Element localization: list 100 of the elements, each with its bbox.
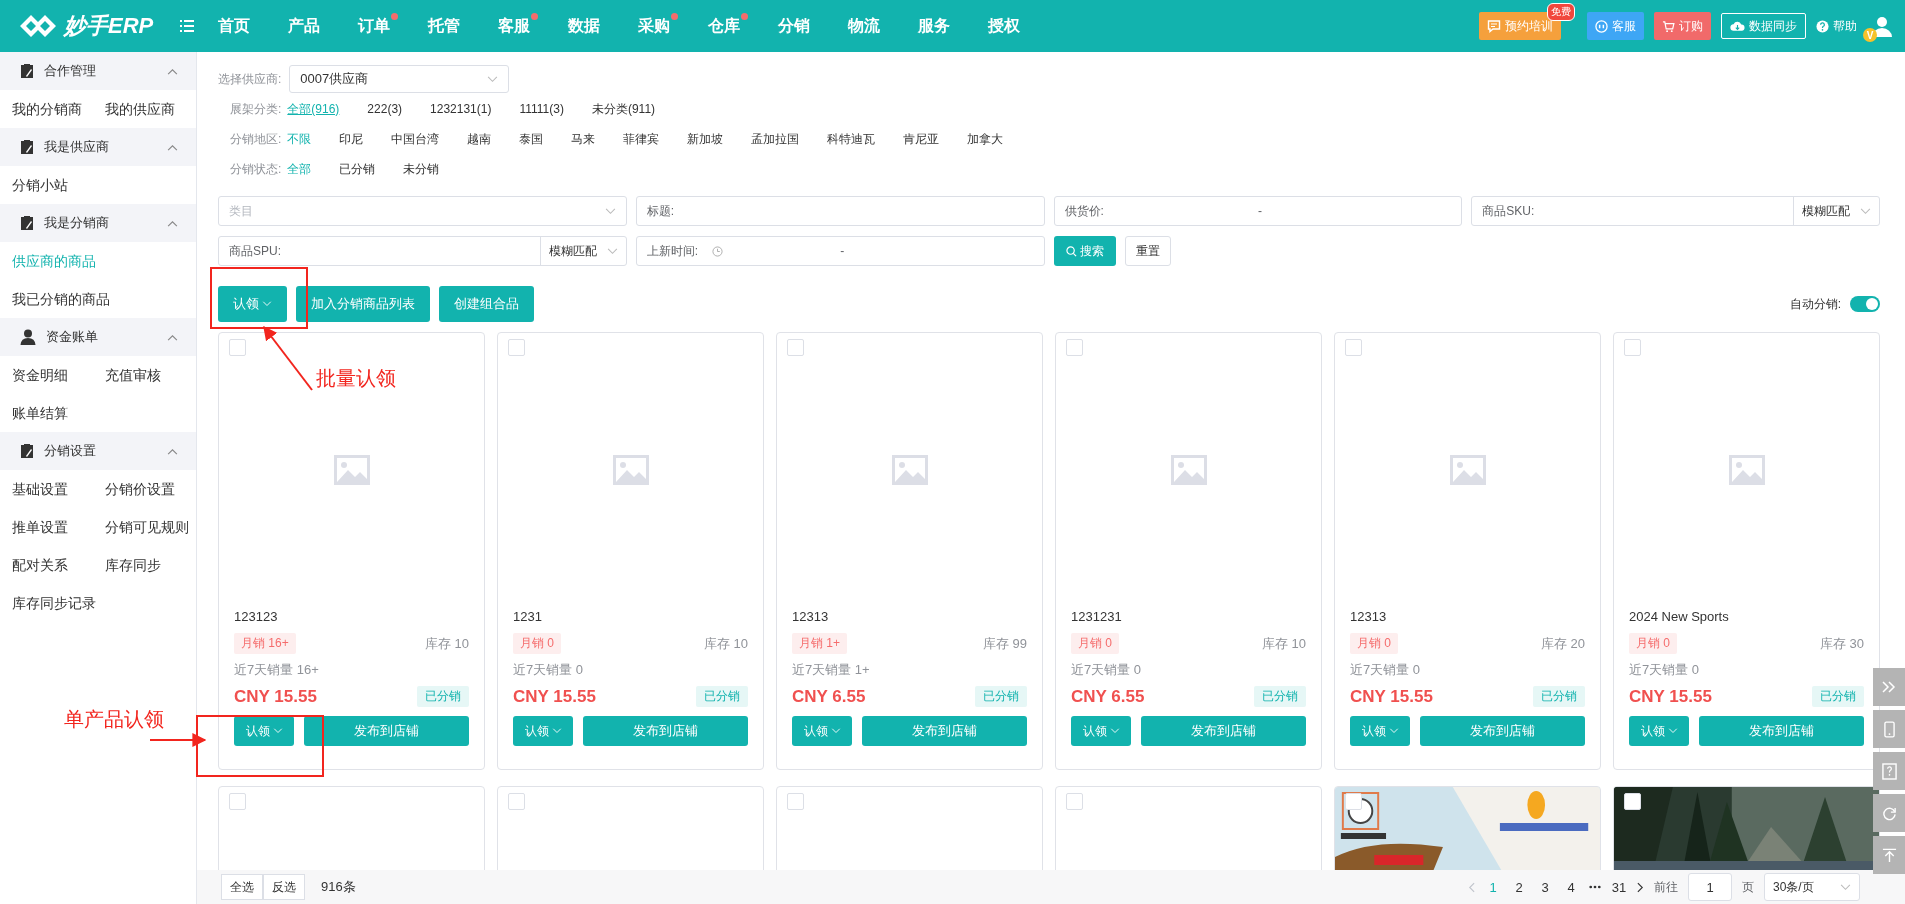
goto-label: 前往 (1654, 878, 1678, 896)
chevron-left-icon[interactable] (1468, 881, 1475, 893)
filter-option[interactable]: 1232131(1) (430, 102, 492, 116)
sidebar-group-header[interactable]: 我是供应商 (0, 128, 196, 166)
code-search-field[interactable]: 商品SPU: 模糊匹配 (218, 236, 627, 266)
filter-option[interactable]: 孟加拉国 (751, 130, 800, 148)
sidebar-item[interactable]: 分销可见规则 (105, 508, 198, 546)
clipboard-icon (20, 63, 34, 79)
sidebar-group-header[interactable]: 合作管理 (0, 52, 196, 90)
filter-option[interactable]: 未分类(911) (591, 100, 656, 118)
refresh-tool-button[interactable] (1873, 794, 1905, 832)
status-tag: 已分销 (975, 686, 1027, 707)
filter-option[interactable]: 泰国 (519, 130, 544, 148)
checkbox[interactable] (787, 793, 804, 810)
code-search-field[interactable]: 商品SKU: 模糊匹配 (1471, 196, 1880, 226)
page-number[interactable]: 3 (1537, 879, 1553, 895)
checkbox[interactable] (508, 339, 525, 356)
checkbox[interactable] (229, 793, 246, 810)
checkbox[interactable] (1345, 339, 1362, 356)
auto-distribute-toggle[interactable] (1850, 296, 1880, 312)
page-size-select[interactable]: 30条/页 (1764, 873, 1860, 901)
annotation-text: 单产品认领 (64, 707, 164, 732)
title-field[interactable]: 标题: (635, 196, 1045, 226)
product-title: 12313 (792, 608, 830, 626)
collapse-tool-button[interactable] (1873, 668, 1905, 706)
stock-text: 库存 30 (1819, 634, 1864, 653)
more-pages-icon[interactable] (1589, 885, 1601, 889)
page-number[interactable]: 31 (1611, 879, 1627, 895)
filter-option[interactable]: 11111(3) (519, 102, 564, 116)
filter-option[interactable]: 222(3) (367, 102, 403, 116)
date-range-field[interactable]: 上新时间: - (635, 236, 1045, 266)
reset-button[interactable]: 重置 (1124, 236, 1171, 266)
filter-option[interactable]: 中国台湾 (391, 130, 440, 148)
mobile-tool-button[interactable] (1873, 710, 1905, 748)
match-mode-select[interactable]: 模糊匹配 (539, 237, 626, 265)
chevron-down-icon (1840, 883, 1851, 891)
sidebar-group-header[interactable]: 我是分销商 (0, 204, 196, 242)
sidebar-item[interactable]: 我的供应商 (105, 90, 198, 128)
filter-option[interactable]: 越南 (467, 130, 492, 148)
checkbox[interactable] (229, 339, 246, 356)
filter-option[interactable]: 马来 (571, 130, 596, 148)
match-mode-select[interactable]: 模糊匹配 (1793, 197, 1879, 225)
checkbox[interactable] (1624, 793, 1641, 810)
checkbox[interactable] (1066, 339, 1083, 356)
guide-tool-button[interactable] (1873, 752, 1905, 790)
cloud-icon (1730, 20, 1745, 32)
price-range-field[interactable]: 供货价: - (1053, 196, 1463, 226)
sidebar-item[interactable]: 账单结算 (12, 394, 105, 432)
stock-text: 库存 10 (703, 634, 748, 653)
image-placeholder-icon (333, 455, 370, 485)
checkbox[interactable] (1624, 339, 1641, 356)
sidebar-item[interactable]: 配对关系 (12, 546, 105, 584)
weekly-sales-text: 近7天销量 0 (1629, 661, 1701, 679)
sidebar-item[interactable]: 分销价设置 (105, 470, 198, 508)
sidebar-item[interactable]: 基础设置 (12, 470, 105, 508)
caret-icon (551, 728, 562, 734)
select-all-button[interactable]: 全选 (221, 874, 263, 900)
monthly-sales-tag: 月销 0 (1071, 633, 1119, 654)
status-tag: 已分销 (1533, 686, 1585, 707)
filter-option[interactable]: 新加坡 (687, 130, 724, 148)
filter-option[interactable]: 已分销 (339, 160, 376, 178)
caret-icon (1388, 728, 1399, 734)
filter-option[interactable]: 未分销 (403, 160, 440, 178)
checkbox[interactable] (1066, 793, 1083, 810)
sidebar-item[interactable]: 充值审核 (105, 356, 198, 394)
sidebar-item[interactable]: 我的分销商 (12, 90, 105, 128)
filter-option[interactable]: 肯尼亚 (903, 130, 940, 148)
page-number[interactable]: 4 (1563, 879, 1579, 895)
price-text: CNY 15.55 (513, 686, 596, 707)
sidebar-item[interactable]: 推单设置 (12, 508, 105, 546)
clipboard-icon (20, 139, 34, 155)
sidebar-group-header[interactable]: 分销设置 (0, 432, 196, 470)
chevron-down-icon (604, 207, 616, 215)
weekly-sales-text: 近7天销量 0 (1350, 661, 1422, 679)
sidebar-item[interactable]: 库存同步记录 (12, 584, 105, 622)
checkbox[interactable] (787, 339, 804, 356)
sidebar-item[interactable]: 我已分销的商品 (12, 280, 110, 318)
filter-label: 分销地区: (230, 130, 282, 148)
checkbox[interactable] (508, 793, 525, 810)
page-number[interactable]: 2 (1511, 879, 1527, 895)
filter-option[interactable]: 加拿大 (967, 130, 1004, 148)
menu-icon[interactable] (180, 20, 194, 32)
supplier-select[interactable]: 0007供应商 (289, 65, 510, 93)
caret-icon (1109, 728, 1120, 734)
invert-selection-button[interactable]: 反选 (263, 874, 305, 900)
sidebar-item[interactable]: 资金明细 (12, 356, 105, 394)
image-placeholder-icon (1170, 455, 1207, 485)
checkbox[interactable] (1345, 793, 1362, 810)
person-icon (20, 329, 36, 345)
filter-option[interactable]: 印尼 (339, 130, 364, 148)
filter-option[interactable]: 科特迪瓦 (827, 130, 876, 148)
filter-option[interactable]: 菲律宾 (623, 130, 660, 148)
price-text: CNY 15.55 (1629, 686, 1712, 707)
sidebar-item[interactable]: 库存同步 (105, 546, 198, 584)
product-title: 123123 (234, 608, 279, 626)
chevron-right-icon[interactable] (1637, 881, 1644, 893)
sidebar-group-header[interactable]: 资金账单 (0, 318, 196, 356)
back-to-top-button[interactable] (1873, 836, 1905, 874)
page-input[interactable]: 1 (1688, 873, 1732, 901)
sidebar-item[interactable]: 分销小站 (12, 166, 105, 204)
